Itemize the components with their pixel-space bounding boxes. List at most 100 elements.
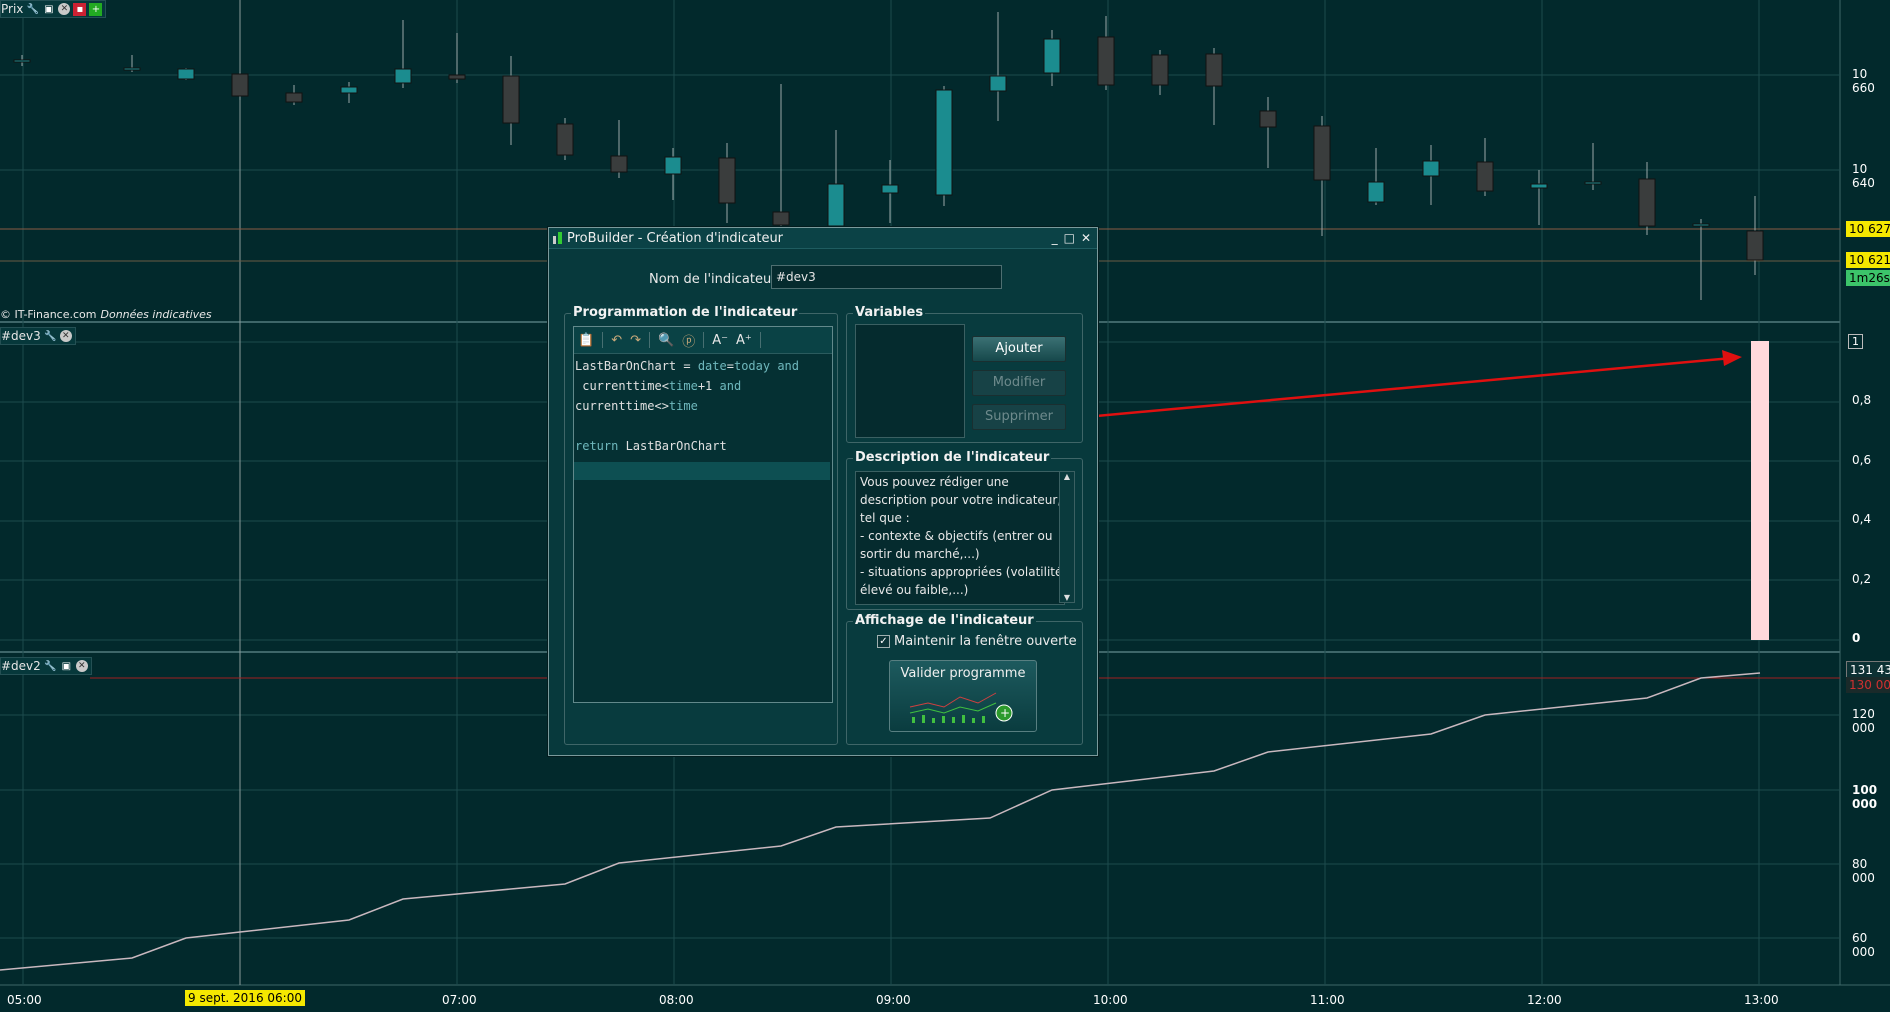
- dev3-ytick: 0,6: [1852, 453, 1872, 467]
- dev2-ytick: 120 000: [1852, 707, 1875, 735]
- undo-icon[interactable]: ↶: [611, 333, 622, 348]
- code-line: return LastBarOnChart: [575, 439, 727, 453]
- description-line: Vous pouvez rédiger une: [860, 475, 1009, 489]
- checkmark-icon[interactable]: ✓: [877, 635, 890, 648]
- dev3-bar: [1751, 341, 1769, 640]
- add-icon[interactable]: +: [89, 2, 103, 16]
- validate-program-button[interactable]: Valider programme +: [889, 660, 1037, 732]
- candle-body: [123, 67, 141, 71]
- candle-body: [1205, 53, 1223, 87]
- probuilder-logo-icon: [553, 232, 563, 244]
- x-tick: 11:00: [1310, 993, 1345, 1007]
- keep-open-checkbox[interactable]: ✓ Maintenir la fenêtre ouverte: [877, 634, 1077, 649]
- maximize-icon[interactable]: □: [1064, 231, 1075, 245]
- x-tick: 07:00: [442, 993, 477, 1007]
- dev3-ytick: 1: [1848, 334, 1863, 349]
- svg-text:+: +: [1000, 706, 1010, 720]
- candle-body: [13, 59, 31, 63]
- variables-group: Variables Ajouter Modifier Supprimer: [846, 305, 1083, 443]
- x-tick: 13:00: [1744, 993, 1779, 1007]
- x-tick: 08:00: [659, 993, 694, 1007]
- programming-group: Programmation de l'indicateur 📋 ↶ ↷ 🔍 ⓟ …: [564, 305, 838, 745]
- code-line: LastBarOnChart = date=today and: [575, 359, 799, 373]
- candle-body: [935, 89, 953, 196]
- x-tick: 09:00: [876, 993, 911, 1007]
- description-group: Description de l'indicateur Vous pouvez …: [846, 450, 1083, 610]
- price-ytick: 10 660: [1852, 67, 1875, 95]
- help-icon[interactable]: ⓟ: [682, 331, 695, 350]
- data-notice: Données indicatives: [100, 308, 212, 321]
- candle-body: [1367, 181, 1385, 203]
- candle-body: [502, 75, 520, 124]
- dev3-ytick: 0,8: [1852, 393, 1872, 407]
- close-icon[interactable]: ✕: [58, 3, 71, 15]
- paste-icon[interactable]: 📋: [578, 333, 594, 348]
- code-line: currenttime<time+1 and: [575, 379, 742, 393]
- font-decrease-icon[interactable]: A⁻: [712, 333, 728, 348]
- candle-body: [1313, 125, 1331, 181]
- code-text[interactable]: LastBarOnChart = date=today and currentt…: [574, 354, 832, 458]
- redo-icon[interactable]: ↷: [630, 333, 641, 348]
- window-icon[interactable]: ▣: [42, 3, 55, 16]
- variables-title: Variables: [853, 305, 926, 320]
- candle-body: [772, 211, 790, 226]
- description-line: description pour votre indicateur,: [860, 493, 1062, 507]
- price-tag: 10 621,: [1846, 252, 1890, 268]
- copyright-notice: © IT-Finance.com Données indicatives: [0, 308, 212, 321]
- close-icon[interactable]: ✕: [75, 660, 88, 672]
- code-line: currenttime<>time: [575, 399, 698, 413]
- close-icon[interactable]: ✕: [59, 330, 72, 342]
- dev3-ytick: 0,2: [1852, 572, 1872, 586]
- wrench-icon[interactable]: 🔧: [44, 330, 57, 343]
- candle-body: [1692, 223, 1710, 227]
- keep-open-label: Maintenir la fenêtre ouverte: [894, 634, 1077, 649]
- candle-body: [1530, 183, 1548, 189]
- add-button[interactable]: Ajouter: [972, 336, 1066, 362]
- code-editor[interactable]: 📋 ↶ ↷ 🔍 ⓟ A⁻ A⁺ LastBarOnChart = date=to…: [573, 326, 833, 703]
- price-panel-title: Prix: [1, 2, 24, 16]
- description-scrollbar[interactable]: ▲ ▼: [1059, 471, 1075, 603]
- candle-body: [1638, 178, 1656, 227]
- indicator-name-label: Nom de l'indicateur: [649, 272, 777, 287]
- description-line: - contexte & objectifs (entrer ou: [860, 529, 1053, 543]
- variables-list[interactable]: [855, 324, 965, 438]
- dialog-title: ProBuilder - Création d'indicateur: [567, 230, 784, 246]
- scroll-down-icon[interactable]: ▼: [1060, 593, 1074, 602]
- candle-body: [177, 68, 195, 80]
- search-icon[interactable]: 🔍: [658, 333, 674, 348]
- dialog-titlebar[interactable]: ProBuilder - Création d'indicateur _ □ ✕: [549, 228, 1097, 249]
- x-tick: 05:00: [7, 993, 42, 1007]
- modify-button[interactable]: Modifier: [972, 370, 1066, 396]
- dev3-ytick: 0,4: [1852, 512, 1872, 526]
- copyright-text: © IT-Finance.com: [0, 308, 97, 321]
- font-increase-icon[interactable]: A⁺: [736, 333, 752, 348]
- wrench-icon[interactable]: 🔧: [44, 660, 57, 673]
- dev3-ytick: 0: [1852, 631, 1861, 645]
- remove-icon[interactable]: ▪: [73, 2, 87, 16]
- indicator-name-input[interactable]: #dev3: [771, 265, 1002, 289]
- probuilder-dialog: ProBuilder - Création d'indicateur _ □ ✕…: [548, 227, 1098, 756]
- window-icon[interactable]: ▣: [60, 660, 73, 673]
- scroll-up-icon[interactable]: ▲: [1060, 472, 1074, 481]
- editor-toolbar: 📋 ↶ ↷ 🔍 ⓟ A⁻ A⁺: [574, 327, 832, 354]
- candle-body: [285, 92, 303, 103]
- price-panel-header: Prix 🔧 ▣ ✕ ▪ +: [0, 0, 107, 18]
- candle-body: [718, 157, 736, 204]
- candle-body: [1043, 38, 1061, 74]
- current-line-highlight: [574, 462, 830, 480]
- wrench-icon[interactable]: 🔧: [26, 3, 39, 16]
- candle-body: [827, 183, 845, 227]
- description-line: sortir du marché,...): [860, 547, 980, 561]
- candle-body: [1422, 160, 1440, 177]
- description-line: - situations appropriées (volatilité: [860, 565, 1063, 579]
- candle-body: [881, 184, 899, 194]
- close-icon[interactable]: ✕: [1081, 231, 1091, 245]
- delete-button[interactable]: Supprimer: [972, 404, 1066, 430]
- minimize-icon[interactable]: _: [1052, 231, 1058, 245]
- description-textarea[interactable]: Vous pouvez rédiger une description pour…: [855, 471, 1065, 605]
- candle-body: [394, 68, 412, 84]
- validate-label: Valider programme: [900, 666, 1026, 681]
- x-cursor-label: 9 sept. 2016 06:00: [185, 990, 305, 1006]
- display-group: Affichage de l'indicateur ✓ Maintenir la…: [846, 613, 1083, 745]
- description-line: élevé ou faible,...): [860, 583, 969, 597]
